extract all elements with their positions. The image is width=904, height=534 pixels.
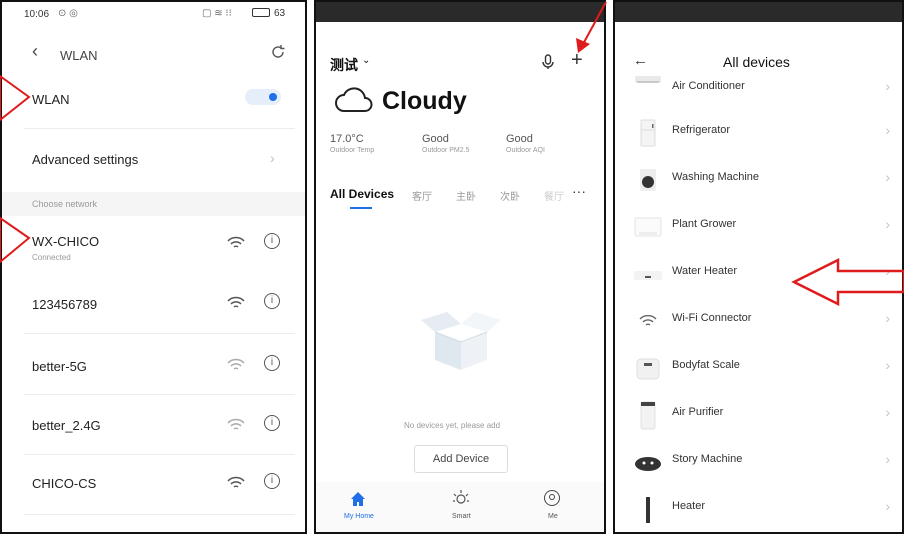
annotation-arrow-network (0, 216, 31, 264)
annotation-arrow-add (581, 1, 607, 47)
annotation-arrowhead (576, 38, 590, 53)
annotation-overlay (0, 1, 904, 307)
annotation-arrow-wlan (0, 74, 31, 122)
annotation-arrow-water-heater (791, 257, 904, 307)
